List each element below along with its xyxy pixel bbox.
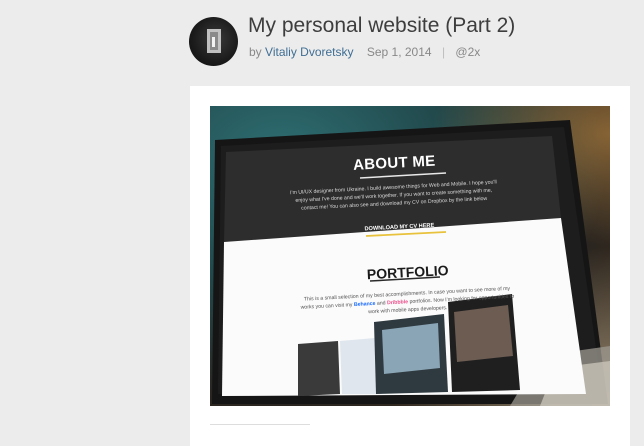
behance-link[interactable]: Behance (354, 301, 376, 308)
shot-image[interactable]: ABOUT ME I'm UI/UX designer from Ukraine… (210, 106, 610, 406)
by-label: by (249, 45, 262, 59)
author-avatar[interactable] (189, 17, 238, 66)
portfolio-text-and: and (376, 300, 386, 307)
screen-text-layer: ABOUT ME I'm UI/UX designer from Ukraine… (210, 106, 610, 406)
portfolio-text-prefix: works you can visit my (300, 302, 353, 311)
post-title[interactable]: My personal website (Part 2) (248, 14, 515, 38)
cv-download-button[interactable]: DOWNLOAD MY CV HERE (364, 223, 434, 233)
post-date: Sep 1, 2014 (366, 45, 432, 59)
post-meta: by Vitaliy Dvoretsky Sep 1, 2014 | @2x (249, 45, 480, 59)
author-link[interactable]: Vitaliy Dvoretsky (265, 45, 353, 59)
about-heading: ABOUT ME (352, 152, 436, 174)
portfolio-heading: PORTFOLIO (366, 262, 449, 283)
resolution-badge: @2x (455, 45, 481, 59)
about-text: I'm UI/UX designer from Ukraine. I build… (278, 178, 509, 214)
meta-separator: | (441, 45, 446, 59)
portfolio-text: This is a small selection of my best acc… (292, 284, 523, 320)
dribbble-link[interactable]: Dribbble (387, 299, 408, 306)
avatar-photo-icon (207, 29, 221, 53)
